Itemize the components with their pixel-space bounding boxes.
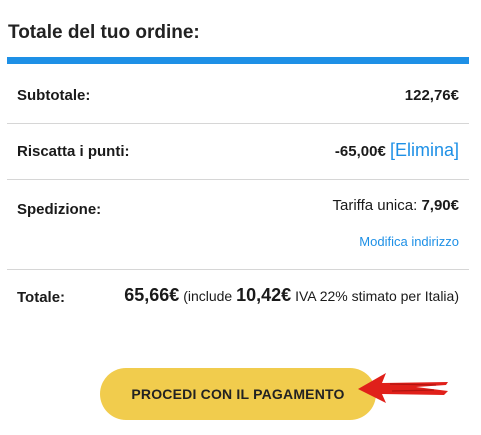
shipping-rate-label: Tariffa unica: [332,197,418,214]
redeem-points-row: Riscatta i punti: -65,00€ [Elimina] [7,124,469,180]
shipping-rate-value: 7,90€ [421,197,459,214]
red-arrow-icon [358,373,448,403]
vat-amount: 10,42€ [236,285,292,305]
redeem-points-label: Riscatta i punti: [17,143,130,160]
vat-prefix: (include [183,288,233,304]
shipping-label: Spedizione: [17,201,102,218]
accent-bar [7,57,469,64]
total-value: 65,66€ (include 10,42€ IVA 22% stimato p… [124,285,459,306]
shipping-row: Spedizione: Tariffa unica: 7,90€ Modific… [7,180,469,270]
subtotal-label: Subtotale: [17,87,91,104]
redeem-points-amount: -65,00€ [334,143,386,160]
subtotal-row: Subtotale: 122,76€ [7,64,469,124]
checkout-button[interactable]: PROCEDI CON IL PAGAMENTO [100,368,376,420]
total-row: Totale: 65,66€ (include 10,42€ IVA 22% s… [7,270,469,330]
shipping-rate: Tariffa unica: 7,90€ [333,197,460,214]
order-total-title: Totale del tuo ordine: [8,22,200,43]
subtotal-value: 122,76€ [404,87,459,104]
vat-suffix: IVA 22% stimato per Italia) [295,288,459,304]
total-label: Totale: [17,289,66,306]
change-address-link[interactable]: Modifica indirizzo [359,234,459,249]
total-amount: 65,66€ [124,285,180,305]
redeem-points-value: -65,00€ [Elimina] [335,140,459,161]
remove-points-link[interactable]: [Elimina] [390,140,459,160]
